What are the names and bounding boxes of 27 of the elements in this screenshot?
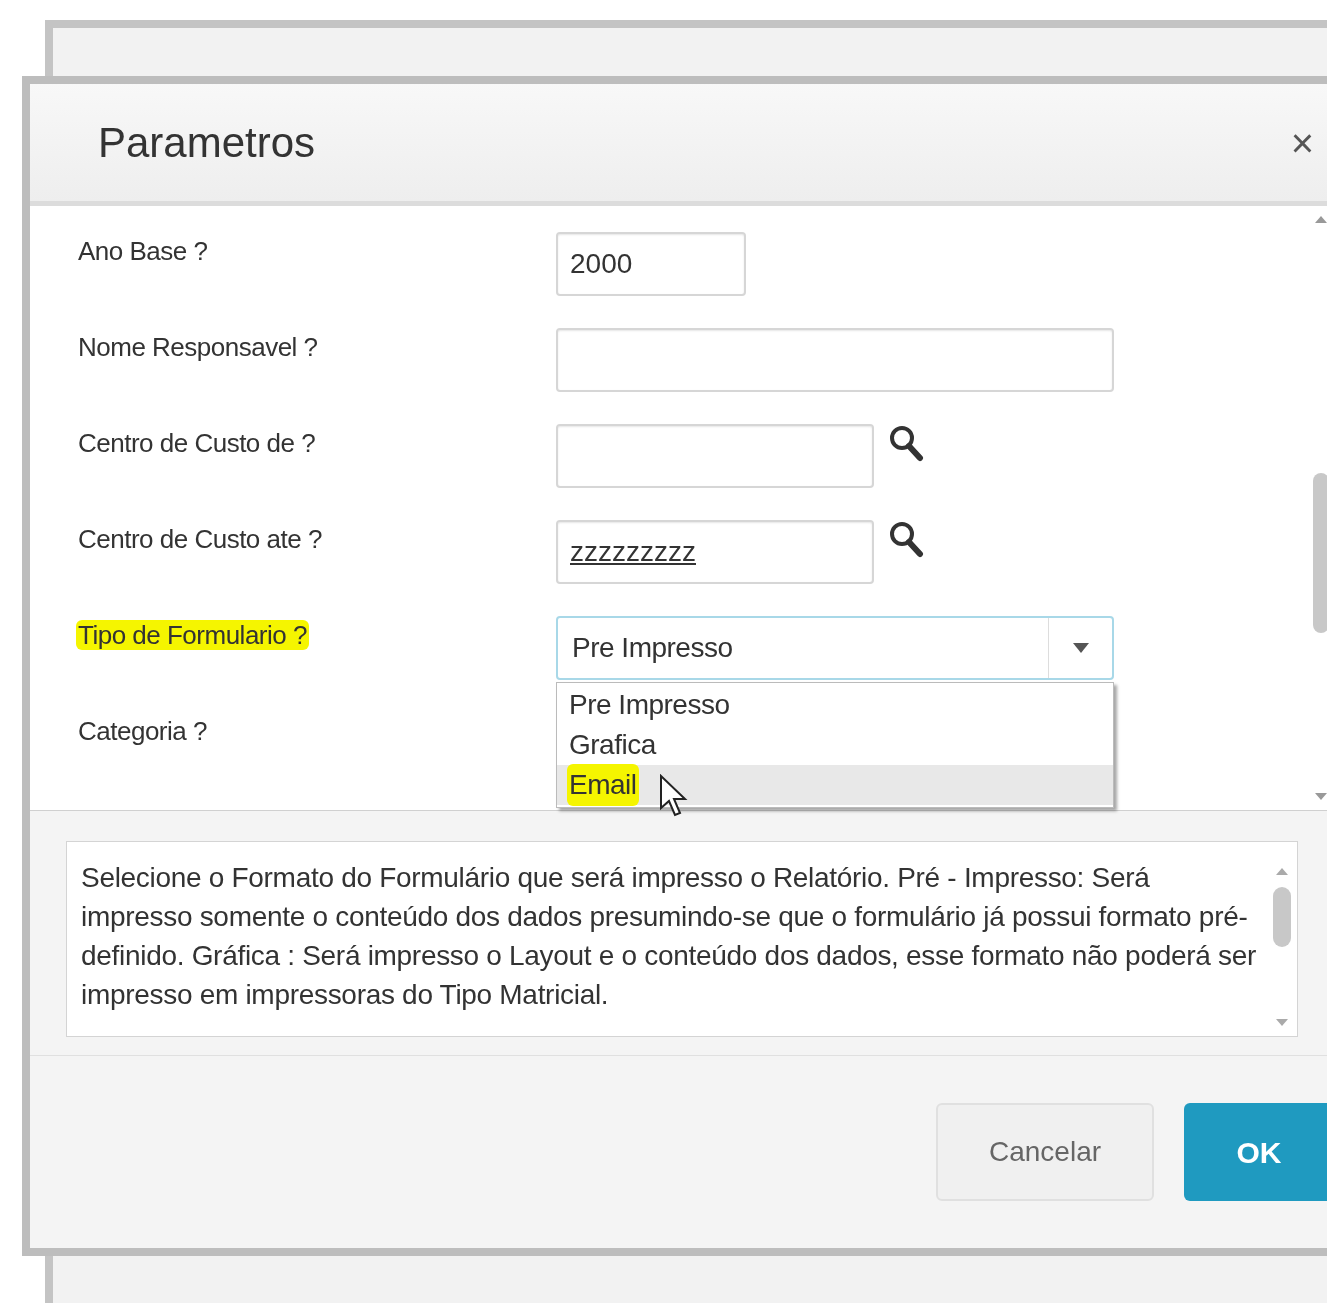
text-field[interactable] xyxy=(556,328,1114,392)
field-label: Ano Base ? xyxy=(77,235,209,268)
cancel-button[interactable]: Cancelar xyxy=(936,1103,1154,1201)
field-label: Centro de Custo de ? xyxy=(77,427,317,460)
field-label: Tipo de Formulario ? xyxy=(76,619,310,652)
scroll-up-icon[interactable] xyxy=(1276,868,1288,875)
dialog-title: Parametros xyxy=(98,118,316,168)
field-label: Nome Responsavel ? xyxy=(77,331,319,364)
scroll-down-icon[interactable] xyxy=(1276,1019,1288,1026)
dropdown-option[interactable]: Email xyxy=(567,764,639,806)
close-button[interactable]: × xyxy=(1290,122,1314,163)
field-label: Centro de Custo ate ? xyxy=(77,523,323,556)
search-icon[interactable] xyxy=(888,520,924,558)
text-field[interactable]: zzzzzzzzz xyxy=(556,520,874,584)
caret-icon[interactable] xyxy=(1072,643,1089,653)
scroll-thumb[interactable] xyxy=(1313,473,1327,633)
dropdown-option[interactable]: Pre Impresso xyxy=(567,684,732,726)
help-text: Selecione o Formato do Formulário que será impresso o Relatório. Pré - Impresso: Será impresso somente o conteúdo dos dados presumindo-se que o formulário já possui formato pré-definido. Gráfica : Será impresso o Layout e o conteúdo dos dados, esse formato não poderá ser impresso em impressoras do Tipo Matricial. xyxy=(81,861,1257,1012)
text-field[interactable] xyxy=(556,424,874,488)
field-label: Categoria ? xyxy=(77,715,208,748)
scroll-up-icon[interactable] xyxy=(1315,216,1327,223)
scroll-thumb[interactable] xyxy=(1273,887,1291,947)
scroll-down-icon[interactable] xyxy=(1315,793,1327,800)
dropdown-field[interactable]: Pre Impresso xyxy=(556,616,1114,680)
dropdown-option[interactable]: Grafica xyxy=(567,724,658,766)
text-field[interactable]: 2000 xyxy=(556,232,746,296)
search-icon[interactable] xyxy=(888,424,924,462)
